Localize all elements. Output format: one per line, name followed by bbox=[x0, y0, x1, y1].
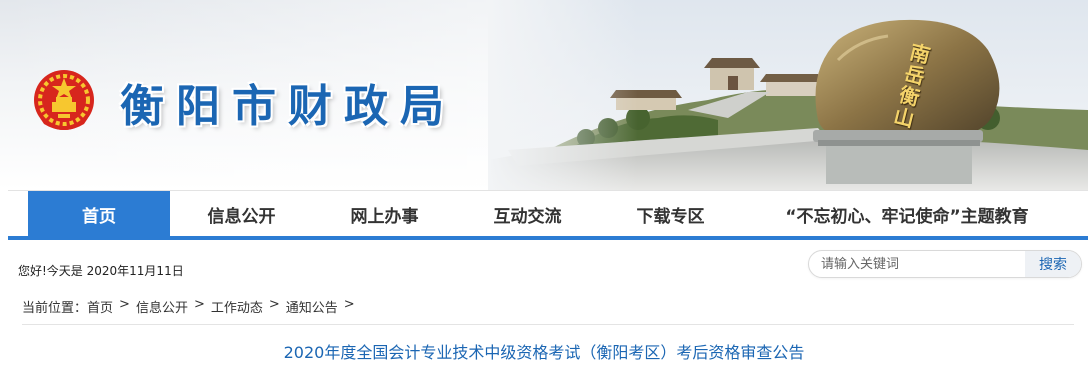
main-nav: 首页 信息公开 网上办事 互动交流 下载专区 “不忘初心、牢记使命”主题教育 bbox=[8, 190, 1088, 240]
breadcrumb-prefix: 当前位置： bbox=[22, 301, 88, 316]
breadcrumb-separator: > bbox=[268, 297, 280, 312]
search-button[interactable]: 搜索 bbox=[1025, 251, 1081, 277]
nav-item-interaction[interactable]: 互动交流 bbox=[456, 191, 599, 237]
search-box: 搜索 bbox=[808, 250, 1082, 278]
nav-item-info-disclosure[interactable]: 信息公开 bbox=[170, 191, 313, 237]
nav-item-home[interactable]: 首页 bbox=[28, 191, 170, 237]
breadcrumb-item-notices[interactable]: 通知公告 bbox=[286, 297, 338, 316]
nav-edge bbox=[0, 190, 8, 240]
nav-item-downloads[interactable]: 下载专区 bbox=[599, 191, 742, 237]
breadcrumb-item-home[interactable]: 首页 bbox=[87, 297, 113, 316]
search-input[interactable] bbox=[809, 251, 1027, 277]
breadcrumb-separator: > bbox=[343, 297, 355, 312]
national-emblem-icon bbox=[34, 70, 94, 130]
breadcrumb-item-work-news[interactable]: 工作动态 bbox=[211, 297, 263, 316]
mount-heng-scene-image bbox=[488, 0, 1088, 190]
breadcrumb: 当前位置： 首页 > 信息公开 > 工作动态 > 通知公告 > bbox=[22, 297, 1074, 325]
breadcrumb-separator: > bbox=[193, 297, 205, 312]
breadcrumb-separator: > bbox=[119, 297, 130, 312]
site-title: 衡阳市财政局 bbox=[120, 81, 456, 132]
breadcrumb-item-info-disclosure[interactable]: 信息公开 bbox=[136, 297, 188, 316]
article-title: 2020年度全国会计专业技术中级资格考试（衡阳考区）考后资格审查公告 bbox=[283, 343, 805, 362]
nav-item-theme-education[interactable]: “不忘初心、牢记使命”主题教育 bbox=[742, 191, 1072, 237]
nav-item-online-services[interactable]: 网上办事 bbox=[313, 191, 456, 237]
greeting-date: 您好!今天是 2020年11月11日 bbox=[18, 264, 184, 278]
